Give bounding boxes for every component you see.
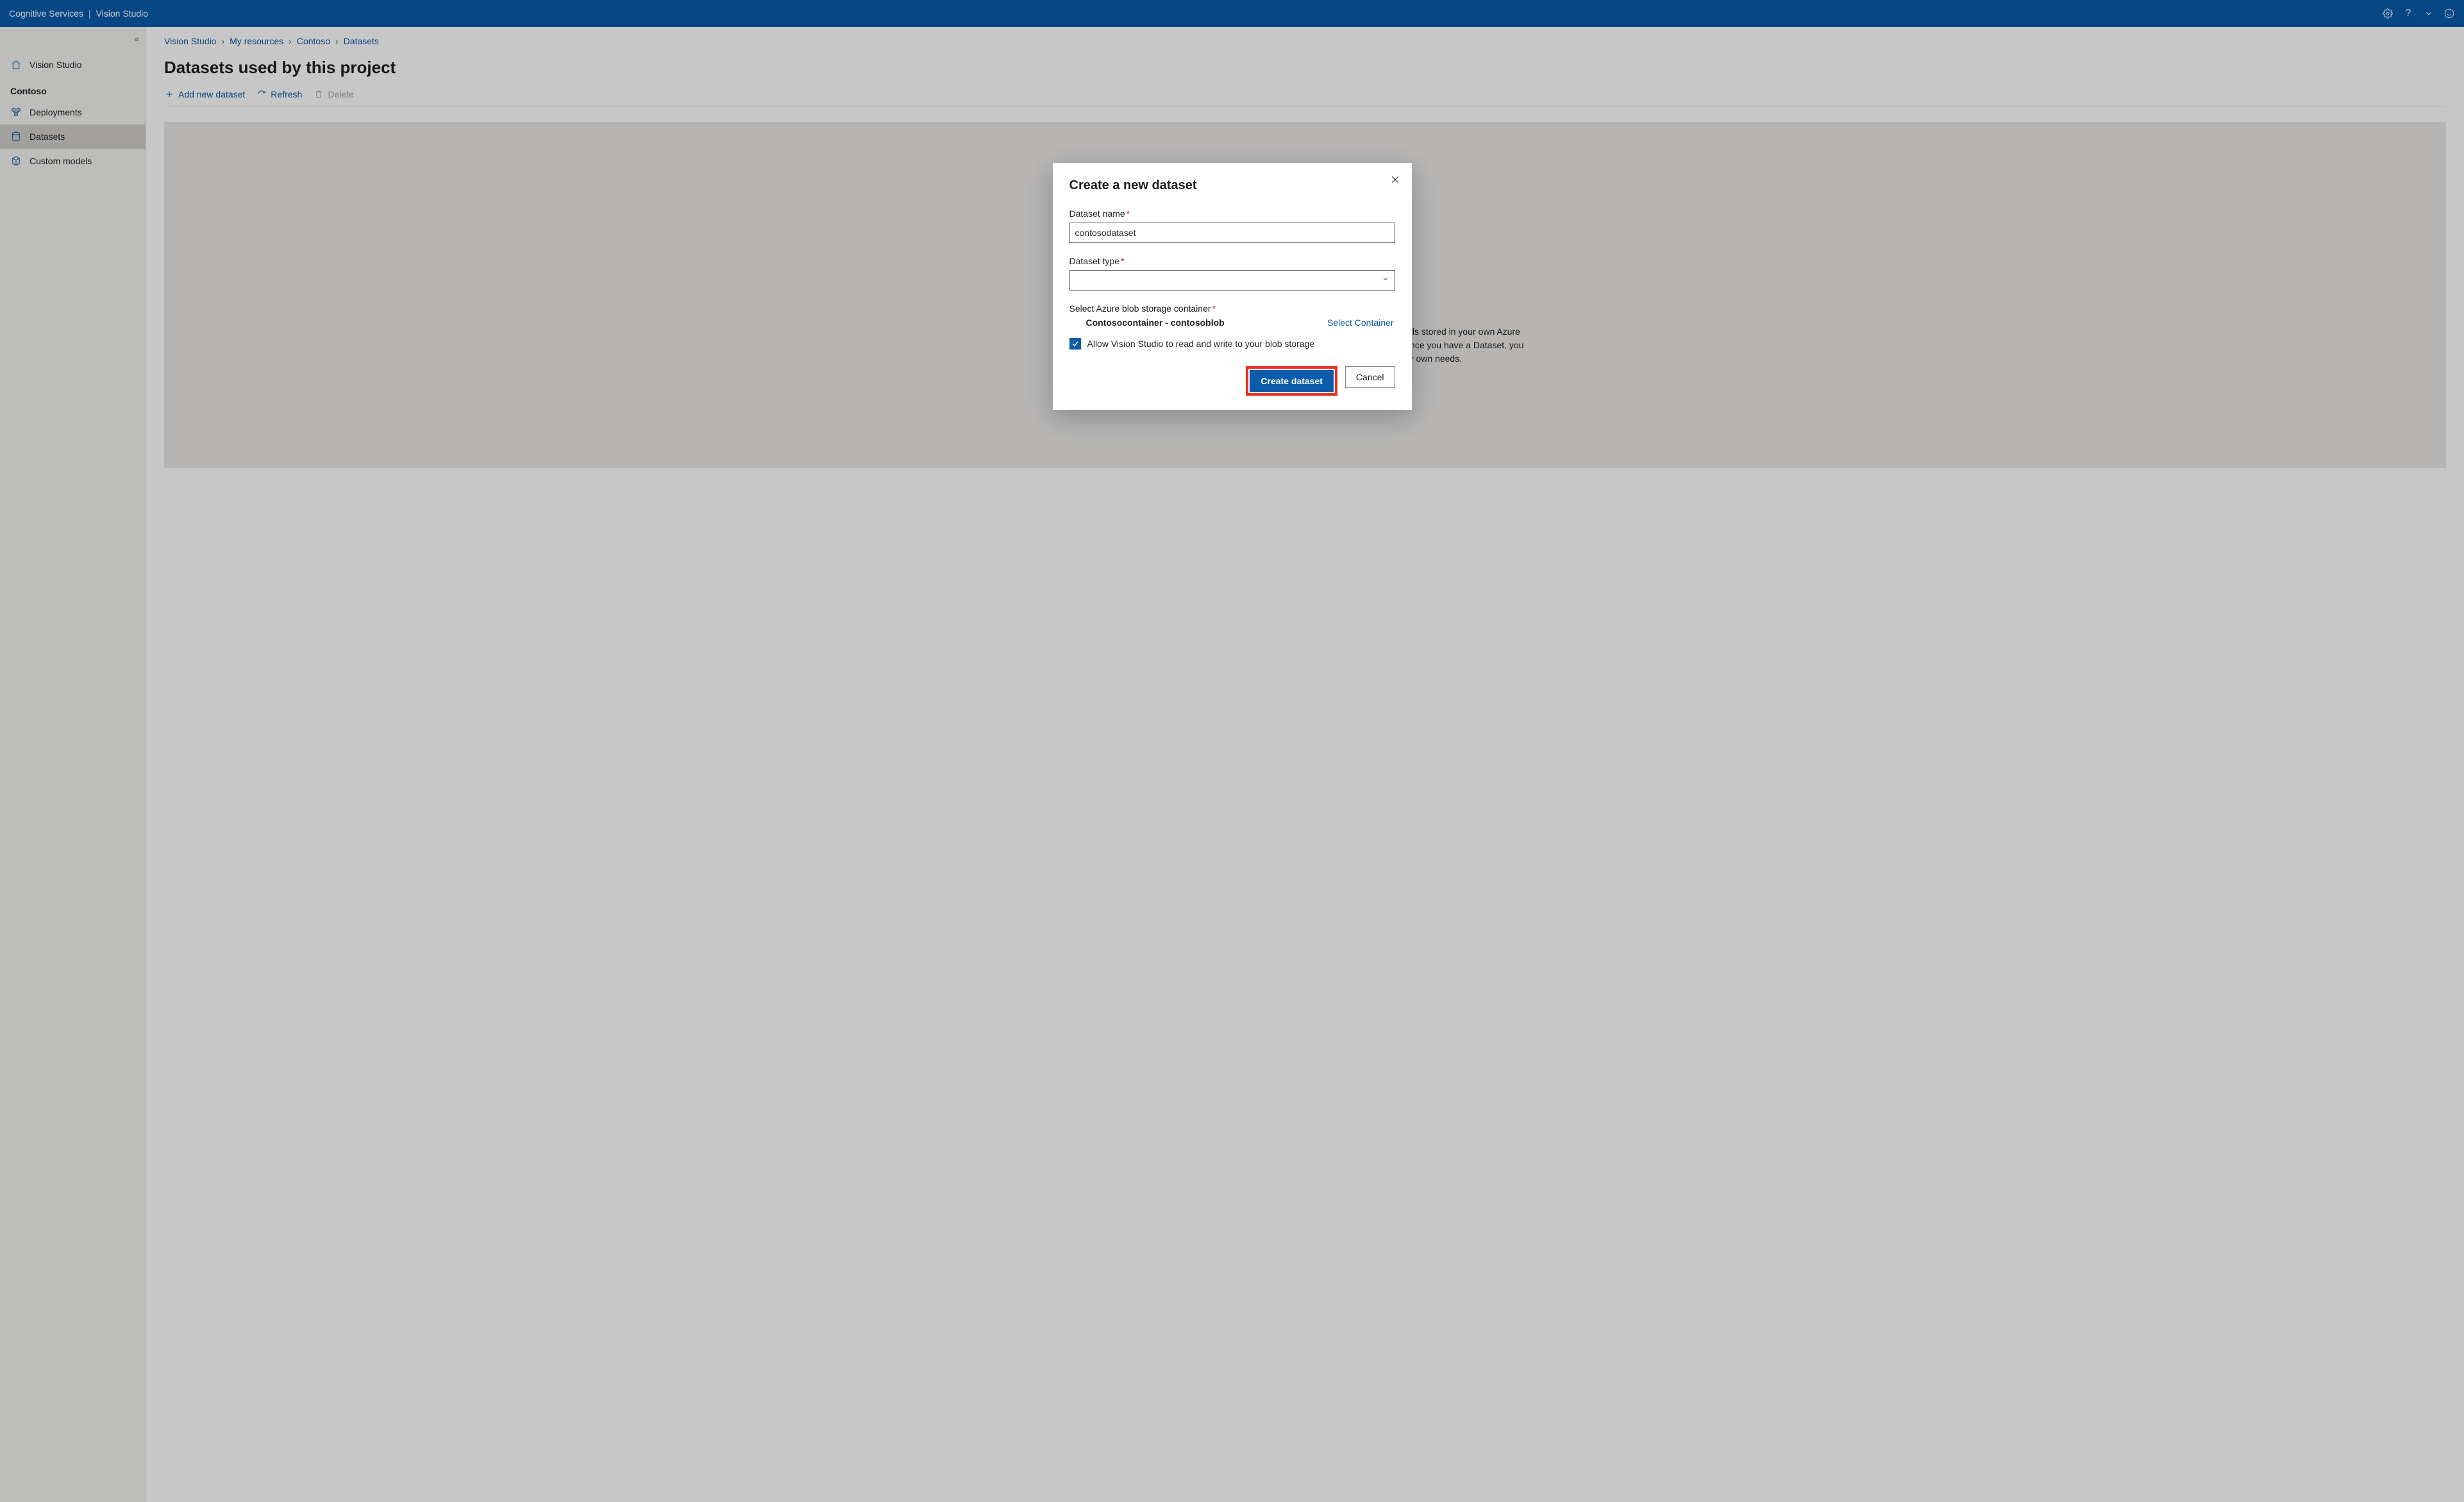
dataset-name-label: Dataset name* bbox=[1069, 208, 1395, 219]
allow-read-write-checkbox[interactable] bbox=[1069, 338, 1081, 350]
allow-read-write-label: Allow Vision Studio to read and write to… bbox=[1087, 339, 1315, 349]
modal-title: Create a new dataset bbox=[1069, 178, 1395, 193]
create-dataset-modal: Create a new dataset Dataset name* Datas… bbox=[1053, 163, 1412, 410]
chevron-down-icon bbox=[1382, 274, 1389, 286]
modal-backdrop: Create a new dataset Dataset name* Datas… bbox=[0, 0, 2464, 1502]
dataset-type-label: Dataset type* bbox=[1069, 256, 1395, 266]
select-container-link[interactable]: Select Container bbox=[1327, 317, 1394, 328]
close-icon[interactable] bbox=[1390, 174, 1400, 188]
dataset-name-input[interactable] bbox=[1069, 223, 1395, 243]
dataset-type-select[interactable] bbox=[1069, 270, 1395, 291]
highlight-annotation: Create dataset bbox=[1246, 366, 1337, 396]
container-name: Contosocontainer - contosoblob bbox=[1086, 317, 1225, 328]
create-dataset-button[interactable]: Create dataset bbox=[1250, 370, 1334, 392]
container-label: Select Azure blob storage container* bbox=[1069, 303, 1395, 314]
cancel-button[interactable]: Cancel bbox=[1345, 366, 1395, 388]
